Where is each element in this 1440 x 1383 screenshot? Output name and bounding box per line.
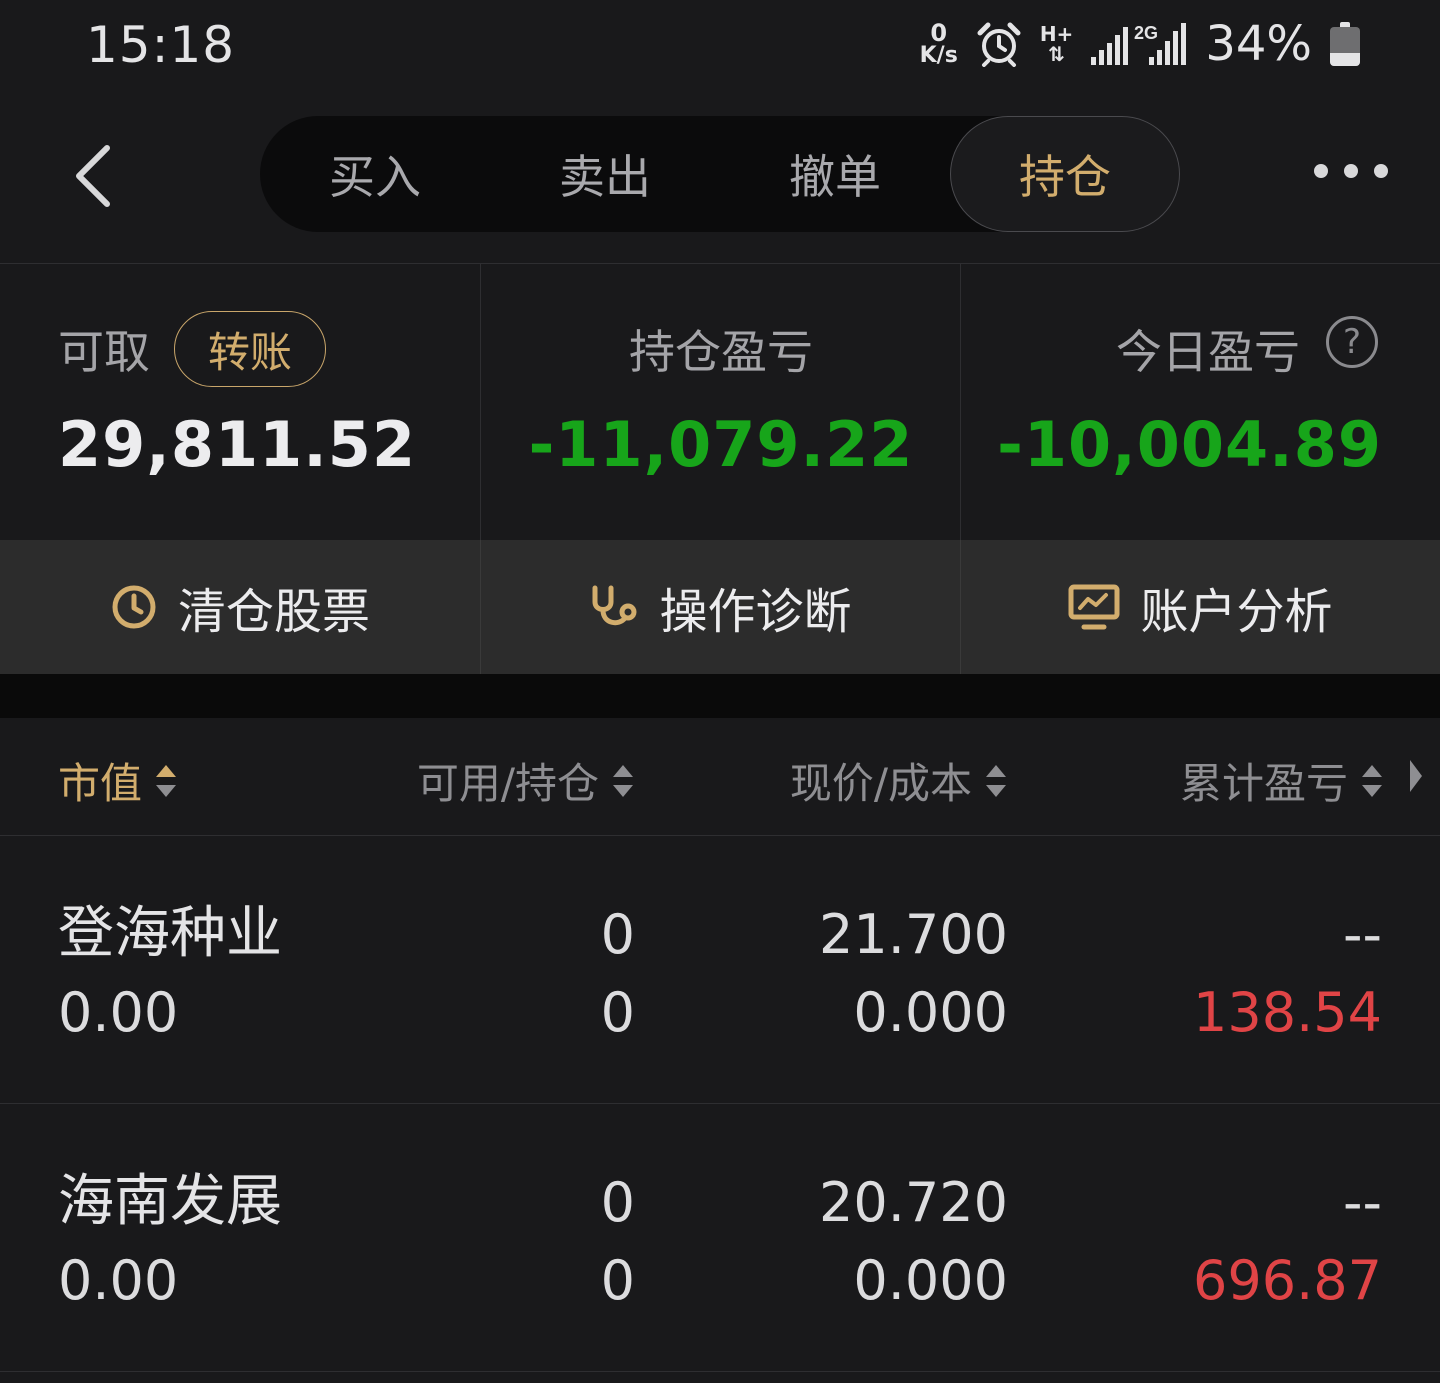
net-speed: 0 K/s bbox=[920, 21, 958, 67]
app-root: 15:18 0 K/s H+ ⇅ 2G 34% 买入 卖出 撤单 持仓 可取 转… bbox=[0, 0, 1440, 1383]
holding-qty: 0 bbox=[600, 1249, 635, 1312]
network-type: H+ bbox=[1039, 22, 1074, 46]
battery-icon bbox=[1330, 22, 1360, 66]
table-row[interactable]: 海南发展 0.00 0 0 20.720 0.000 -- 696.87 bbox=[0, 1104, 1440, 1372]
signal-icon: 2G bbox=[1091, 23, 1187, 65]
position-pl-panel: 持仓盈亏 -11,079.22 bbox=[480, 264, 960, 540]
status-bar: 15:18 0 K/s H+ ⇅ 2G 34% bbox=[0, 0, 1440, 90]
tab-positions[interactable]: 持仓 bbox=[950, 116, 1180, 232]
status-time: 15:18 bbox=[86, 16, 236, 74]
tab-buy[interactable]: 买入 bbox=[260, 116, 490, 232]
position-pl-value: -11,079.22 bbox=[528, 408, 914, 481]
account-analysis-label: 账户分析 bbox=[1140, 584, 1333, 640]
table-row[interactable]: 登海种业 0.00 0 0 21.700 0.000 -- 138.54 bbox=[0, 836, 1440, 1104]
trade-tabs: 买入 卖出 撤单 持仓 bbox=[260, 116, 1180, 232]
more-horizontal-icon[interactable] bbox=[1314, 164, 1388, 178]
pl-ratio: -- bbox=[1343, 1171, 1382, 1234]
net-speed-value: 0 bbox=[930, 19, 948, 47]
cumulative-pl: 696.87 bbox=[1193, 1249, 1382, 1312]
stethoscope-icon bbox=[592, 585, 637, 626]
operation-diagnosis-button[interactable]: 操作诊断 bbox=[480, 540, 960, 674]
sort-icon bbox=[1362, 764, 1382, 797]
net-speed-unit: K/s bbox=[919, 43, 958, 68]
today-pl-panel: 今日盈亏 ? -10,004.89 bbox=[960, 264, 1440, 540]
market-value: 0.00 bbox=[58, 1249, 179, 1312]
account-analysis-button[interactable]: 账户分析 bbox=[960, 540, 1440, 674]
cost-price: 0.000 bbox=[853, 981, 1008, 1044]
data-transfer-icon: H+ ⇅ bbox=[1039, 22, 1074, 66]
section-divider bbox=[0, 674, 1440, 718]
stock-name: 海南发展 bbox=[58, 1169, 282, 1234]
header-market-value[interactable]: 市值 bbox=[58, 750, 178, 811]
clear-stocks-button[interactable]: 清仓股票 bbox=[0, 540, 480, 674]
status-icons: 0 K/s H+ ⇅ 2G 34% bbox=[920, 14, 1360, 74]
current-price: 21.700 bbox=[819, 903, 1008, 966]
sort-icon bbox=[156, 764, 177, 797]
holding-qty: 0 bbox=[600, 981, 635, 1044]
withdrawable-label: 可取 bbox=[58, 325, 150, 379]
account-summary: 可取 转账 29,811.52 持仓盈亏 -11,079.22 今日盈亏 ? -… bbox=[0, 264, 1440, 540]
clock-icon bbox=[112, 585, 156, 629]
header-cumulative-pl[interactable]: 累计盈亏 bbox=[1180, 750, 1384, 811]
positions-table-header: 市值 可用/持仓 现价/成本 累计盈亏 bbox=[0, 718, 1440, 836]
sort-icon bbox=[986, 764, 1006, 797]
monitor-chart-icon bbox=[1068, 584, 1120, 630]
withdrawable-panel: 可取 转账 29,811.52 bbox=[0, 264, 480, 540]
cumulative-pl: 138.54 bbox=[1193, 981, 1382, 1044]
chevron-left-icon bbox=[76, 145, 110, 207]
tab-cancel-order[interactable]: 撤单 bbox=[720, 116, 950, 232]
back-button[interactable] bbox=[58, 136, 128, 216]
alarm-icon bbox=[977, 22, 1021, 67]
nav-bar: 买入 卖出 撤单 持仓 bbox=[0, 90, 1440, 264]
header-price-cost[interactable]: 现价/成本 bbox=[790, 750, 1008, 811]
transfer-button[interactable]: 转账 bbox=[174, 311, 326, 387]
header-available-holding[interactable]: 可用/持仓 bbox=[417, 750, 635, 811]
sort-icon bbox=[613, 764, 633, 797]
battery-percent: 34% bbox=[1205, 16, 1312, 72]
today-pl-label: 今日盈亏 bbox=[1116, 325, 1300, 379]
svg-text:2G: 2G bbox=[1134, 23, 1158, 43]
today-pl-value: -10,004.89 bbox=[997, 408, 1382, 481]
available-qty: 0 bbox=[600, 903, 635, 966]
current-price: 20.720 bbox=[819, 1171, 1008, 1234]
cost-price: 0.000 bbox=[853, 1249, 1008, 1312]
action-bar: 清仓股票 操作诊断 账户分析 bbox=[0, 540, 1440, 674]
operation-diagnosis-label: 操作诊断 bbox=[659, 584, 852, 640]
market-value: 0.00 bbox=[58, 981, 179, 1044]
clear-stocks-label: 清仓股票 bbox=[177, 584, 370, 640]
question-circle-icon[interactable]: ? bbox=[1326, 316, 1378, 368]
available-qty: 0 bbox=[600, 1171, 635, 1234]
position-pl-label: 持仓盈亏 bbox=[629, 325, 813, 379]
tab-sell[interactable]: 卖出 bbox=[490, 116, 720, 232]
pl-ratio: -- bbox=[1343, 903, 1382, 966]
withdrawable-value: 29,811.52 bbox=[58, 408, 417, 481]
stock-name: 登海种业 bbox=[58, 901, 282, 966]
chevron-right-icon[interactable] bbox=[1408, 758, 1424, 794]
